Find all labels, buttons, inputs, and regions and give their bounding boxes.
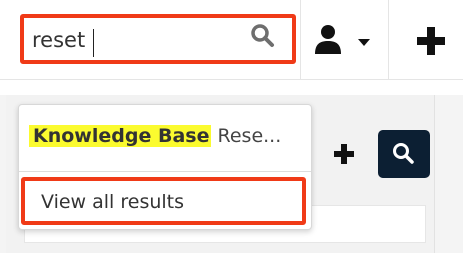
search-icon[interactable] [250,23,276,49]
plus-icon[interactable] [414,24,448,58]
top-navbar [0,0,463,80]
caret-down-icon [358,39,370,46]
navbar-divider [388,0,389,80]
result-title: Rese... [217,125,282,147]
text-cursor [93,29,94,57]
user-menu-button[interactable] [310,22,380,58]
user-icon [315,25,341,54]
view-all-results-button[interactable]: View all results [21,177,306,225]
dropdown-divider [19,171,311,172]
add-icon[interactable] [333,143,355,165]
global-search-input[interactable] [32,25,237,55]
search-icon [393,143,414,164]
view-all-results-label: View all results [41,191,185,213]
search-result-item[interactable]: Knowledge Base Rese... [29,121,281,151]
global-search-box[interactable] [20,14,296,64]
result-module-label: Knowledge Base [29,125,212,147]
search-results-dropdown: Knowledge Base Rese... View all results [18,104,312,230]
navbar-divider [300,0,301,80]
search-button[interactable] [378,130,430,178]
